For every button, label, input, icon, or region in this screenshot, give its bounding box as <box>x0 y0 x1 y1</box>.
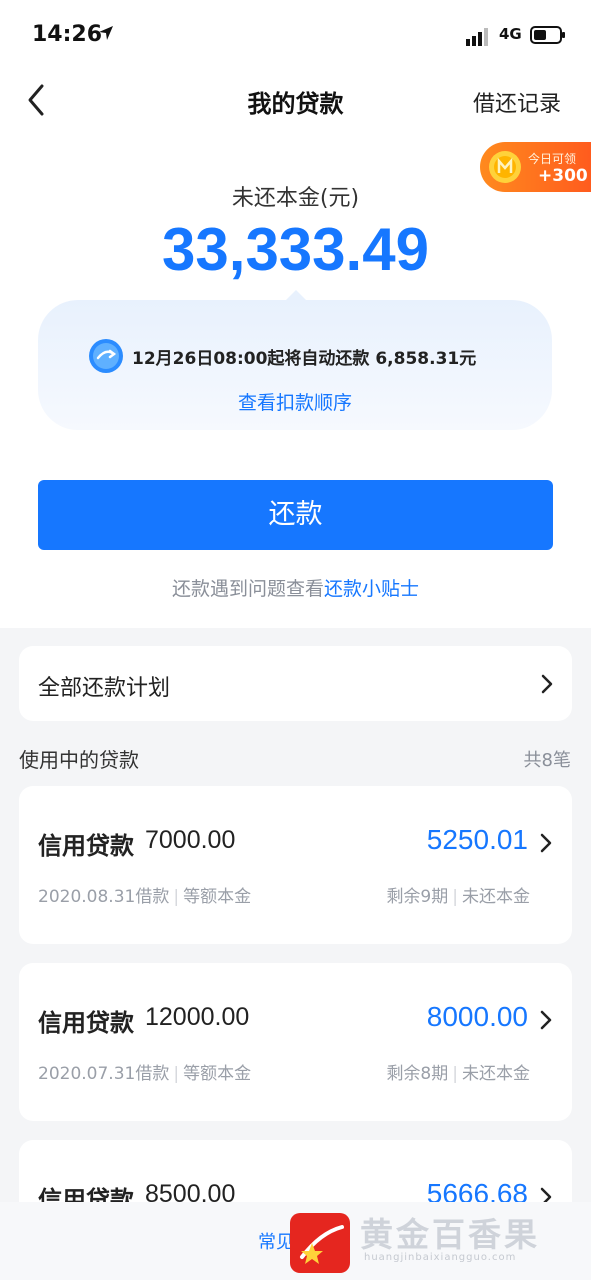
divider: | <box>452 1064 458 1084</box>
deduction-order-link[interactable]: 查看扣款顺序 <box>38 388 552 415</box>
divider: | <box>173 887 180 907</box>
chevron-right-icon <box>540 833 552 853</box>
divider: | <box>452 887 458 907</box>
loan-title: 信用贷款 <box>38 832 134 860</box>
star-icon <box>300 1225 344 1264</box>
repay-tips-link[interactable]: 还款小贴士 <box>324 578 419 600</box>
loan-card[interactable]: 信用贷款 12000.00 8000.00 2020.07.31借款 | 等额本金 … <box>19 963 572 1121</box>
history-link[interactable]: 借还记录 <box>473 86 561 118</box>
loan-card[interactable]: 信用贷款 7000.00 5250.01 2020.08.31借款 | 等额本金 剩… <box>19 786 572 944</box>
divider: | <box>173 1064 180 1084</box>
help-prefix: 还款遇到问题查看 <box>171 578 324 600</box>
signal-icon <box>466 28 488 46</box>
chevron-right-icon <box>540 1010 552 1030</box>
auto-repay-icon <box>89 339 123 373</box>
nav-bar: 我的贷款 借还记录 <box>0 70 591 132</box>
loan-title: 信用贷款 <box>38 1009 134 1037</box>
battery-icon <box>530 26 565 44</box>
location-arrow-icon <box>99 26 113 40</box>
loan-periods-note: 剩余8期 | 未还本金 <box>386 1059 530 1084</box>
status-time: 14:26 <box>32 22 103 47</box>
watermark-text: 黄金百香果 <box>360 1215 540 1254</box>
loan-note: 未还本金 <box>462 887 530 907</box>
loan-amount: 12000.00 <box>145 1003 250 1031</box>
loan-method: 等额本金 <box>183 887 252 907</box>
auto-repay-card: 12月26日08:00起将自动还款 6,858.31元 查看扣款顺序 <box>38 290 552 430</box>
repayment-plan-row[interactable]: 全部还款计划 <box>19 646 572 721</box>
loan-method: 等额本金 <box>183 1064 252 1084</box>
watermark-url: huangjinbaixiangguo.com <box>364 1252 517 1263</box>
bottom-bar: 常见问 黄金百香果 huangjinbaixiangguo.com <box>0 1202 591 1280</box>
loan-remaining: 5250.01 <box>426 824 528 855</box>
loan-periods: 剩余8期 <box>386 1064 449 1084</box>
loan-date-method: 2020.07.31借款 | 等额本金 <box>38 1059 251 1084</box>
principal-amount: 33,333.49 <box>162 216 429 283</box>
loan-date: 2020.07.31借款 <box>38 1064 170 1084</box>
status-bar: 14:26 4G <box>0 0 591 70</box>
loan-periods: 剩余9期 <box>386 887 449 907</box>
coin-icon <box>489 151 521 183</box>
repay-button[interactable]: 还款 <box>38 480 553 550</box>
reward-label: 今日可领 <box>528 152 577 166</box>
loan-remaining: 8000.00 <box>426 1001 528 1032</box>
loan-date: 2020.08.31借款 <box>38 887 170 907</box>
help-line: 还款遇到问题查看还款小贴士 <box>0 574 591 601</box>
plan-label: 全部还款计划 <box>38 676 171 701</box>
loan-count: 共8笔 <box>523 750 571 771</box>
network-type: 4G <box>499 25 522 43</box>
loan-amount: 7000.00 <box>145 826 236 854</box>
chevron-right-icon <box>541 674 553 694</box>
loan-periods-note: 剩余9期 | 未还本金 <box>386 882 530 907</box>
section-title: 使用中的贷款 <box>19 748 139 772</box>
loan-date-method: 2020.08.31借款 | 等额本金 <box>38 882 251 907</box>
principal-label: 未还本金(元) <box>231 186 360 211</box>
auto-repay-text: 12月26日08:00起将自动还款 6,858.31元 <box>132 349 477 369</box>
watermark-logo <box>290 1213 350 1273</box>
loan-note: 未还本金 <box>462 1064 530 1084</box>
